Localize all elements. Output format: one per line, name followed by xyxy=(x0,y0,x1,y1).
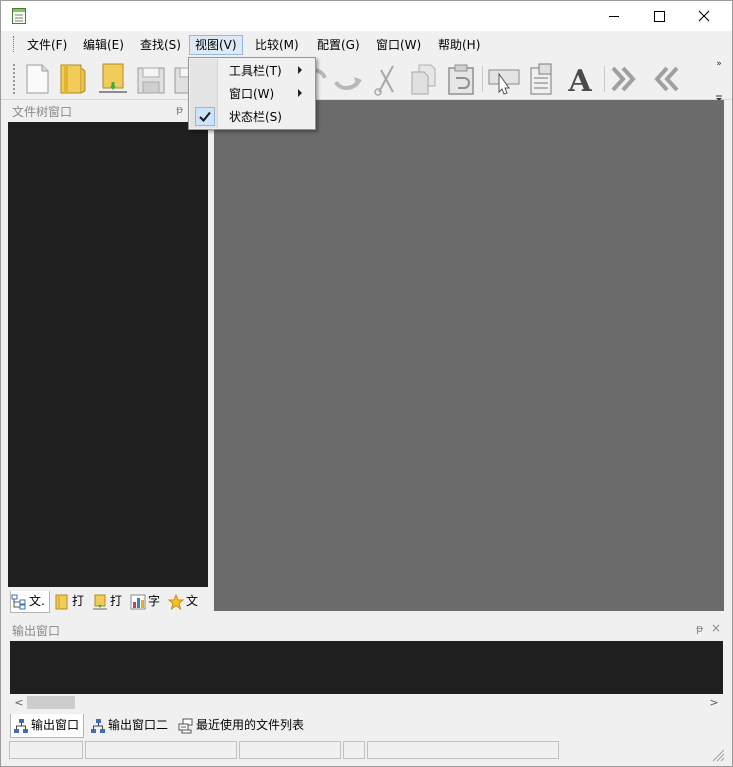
tree-structure-icon xyxy=(11,594,26,610)
tree-tab-open1[interactable]: 打 xyxy=(54,591,84,613)
svg-text:A: A xyxy=(567,64,592,96)
file-tree-title: 文件树窗口 xyxy=(12,105,73,119)
menu-item-label: 窗口(W) xyxy=(229,87,275,101)
maximize-button[interactable] xyxy=(636,2,682,31)
menu-item-statusbar[interactable]: 状态栏(S) xyxy=(190,105,314,128)
submenu-arrow-icon xyxy=(298,89,302,97)
maximize-icon xyxy=(654,11,665,22)
toolbar-grip-handle[interactable] xyxy=(13,64,16,94)
network-icon xyxy=(14,719,28,733)
prev-diff-icon[interactable] xyxy=(647,62,681,96)
document-area[interactable] xyxy=(214,100,724,611)
network-icon xyxy=(91,719,105,733)
close-button[interactable] xyxy=(681,2,727,31)
menu-item-label: 工具栏(T) xyxy=(229,64,282,78)
open-folder-icon xyxy=(93,594,107,610)
status-pane xyxy=(367,741,559,759)
file-tree-body[interactable] xyxy=(8,122,208,587)
status-pane xyxy=(239,741,341,759)
file-tree-tabs: 文. 打 打 字 文 xyxy=(8,588,208,615)
menu-compare[interactable]: 比较(M) xyxy=(250,35,304,55)
redo-icon[interactable] xyxy=(332,62,366,96)
menu-grip-handle[interactable] xyxy=(13,36,16,52)
submenu-arrow-icon xyxy=(298,66,302,74)
cut-icon[interactable] xyxy=(369,62,403,96)
open-file-icon[interactable] xyxy=(56,62,90,96)
tree-tab-label: 打 xyxy=(72,594,85,608)
tree-tab-label: 文 xyxy=(186,594,199,608)
view-menu-dropdown: 工具栏(T) 窗口(W) 状态栏(S) xyxy=(188,57,316,130)
file-tree-panel: 文件树窗口 ᵽ 文. 打 打 字 文 xyxy=(8,100,208,615)
scroll-left-icon[interactable]: < xyxy=(12,694,26,711)
toolbar: A » xyxy=(1,58,732,100)
compare-icon[interactable] xyxy=(525,62,559,96)
save-icon[interactable] xyxy=(134,62,168,96)
scroll-right-icon[interactable]: > xyxy=(707,694,721,711)
tab-recent-files[interactable]: 最近使用的文件列表 xyxy=(176,714,308,738)
tree-tab-label: 打 xyxy=(110,594,123,608)
tree-tab-label: 文. xyxy=(29,594,45,608)
chevron-down-icon xyxy=(716,95,722,100)
star-icon xyxy=(168,594,184,610)
title-bar[interactable] xyxy=(1,1,732,31)
tree-tab-font[interactable]: 字 xyxy=(130,591,160,613)
menu-file[interactable]: 文件(F) xyxy=(22,35,72,55)
pin-icon[interactable]: ᵽ xyxy=(696,622,703,635)
menu-bar: 文件(F) 编辑(E) 查找(S) 视图(V) 比较(M) 配置(G) 窗口(W… xyxy=(1,31,732,58)
horizontal-scrollbar[interactable]: < > xyxy=(10,694,723,711)
tree-tab-label: 字 xyxy=(148,594,161,608)
toolbar-separator xyxy=(604,66,605,92)
output-panel-body[interactable] xyxy=(10,641,723,694)
output-panel-header: 输出窗口 ᵽ × xyxy=(8,620,724,640)
checkmark-icon xyxy=(195,107,215,126)
menu-item-window[interactable]: 窗口(W) xyxy=(190,82,314,105)
resize-grip-icon[interactable] xyxy=(709,746,725,762)
menu-config[interactable]: 配置(G) xyxy=(312,35,365,55)
next-diff-icon[interactable] xyxy=(609,62,643,96)
tree-tab-open2[interactable]: 打 xyxy=(92,591,122,613)
horizontal-splitter[interactable] xyxy=(214,611,724,614)
output-tabs: 输出窗口 输出窗口二 最近使用的文件列表 xyxy=(8,712,724,738)
menu-edit[interactable]: 编辑(E) xyxy=(78,35,129,55)
menu-item-toolbar[interactable]: 工具栏(T) xyxy=(190,59,314,82)
app-icon xyxy=(12,8,26,24)
close-icon[interactable]: × xyxy=(711,621,721,635)
output-tab-label: 输出窗口二 xyxy=(108,718,169,732)
status-pane xyxy=(9,741,83,759)
new-file-icon[interactable] xyxy=(20,62,54,96)
toolbar-separator xyxy=(482,66,483,92)
tree-tab-file[interactable]: 文. xyxy=(10,591,50,613)
output-tab-label: 最近使用的文件列表 xyxy=(196,718,305,732)
tree-tab-favorites[interactable]: 文 xyxy=(168,591,198,613)
minimize-button[interactable] xyxy=(591,2,637,31)
output-panel-title: 输出窗口 xyxy=(12,624,61,638)
pin-icon[interactable]: ᵽ xyxy=(176,103,183,116)
recent-files-icon xyxy=(178,718,193,734)
toolbar-overflow-button[interactable]: » xyxy=(713,58,725,100)
close-icon xyxy=(698,10,710,22)
menu-help[interactable]: 帮助(H) xyxy=(433,35,485,55)
font-icon[interactable]: A xyxy=(563,62,597,96)
menu-find[interactable]: 查找(S) xyxy=(135,35,186,55)
minimize-icon xyxy=(609,16,619,17)
output-tab-label: 输出窗口 xyxy=(31,718,80,732)
chart-icon xyxy=(130,594,146,610)
status-pane xyxy=(343,741,365,759)
folder-icon xyxy=(55,594,68,610)
chevron-right-icon: » xyxy=(716,59,722,69)
scrollbar-thumb[interactable] xyxy=(27,696,75,709)
status-bar xyxy=(1,738,732,766)
copy-icon[interactable] xyxy=(407,62,441,96)
open-folder-icon[interactable] xyxy=(96,62,130,96)
paste-icon[interactable] xyxy=(444,62,478,96)
select-icon[interactable] xyxy=(487,62,521,96)
file-tree-header: 文件树窗口 ᵽ xyxy=(8,100,208,122)
tab-output-window-2[interactable]: 输出窗口二 xyxy=(88,714,172,738)
menu-item-label: 状态栏(S) xyxy=(229,110,282,124)
tab-output-window[interactable]: 输出窗口 xyxy=(10,714,85,738)
status-pane xyxy=(85,741,237,759)
menu-window[interactable]: 窗口(W) xyxy=(371,35,426,55)
menu-view[interactable]: 视图(V) xyxy=(189,35,243,55)
